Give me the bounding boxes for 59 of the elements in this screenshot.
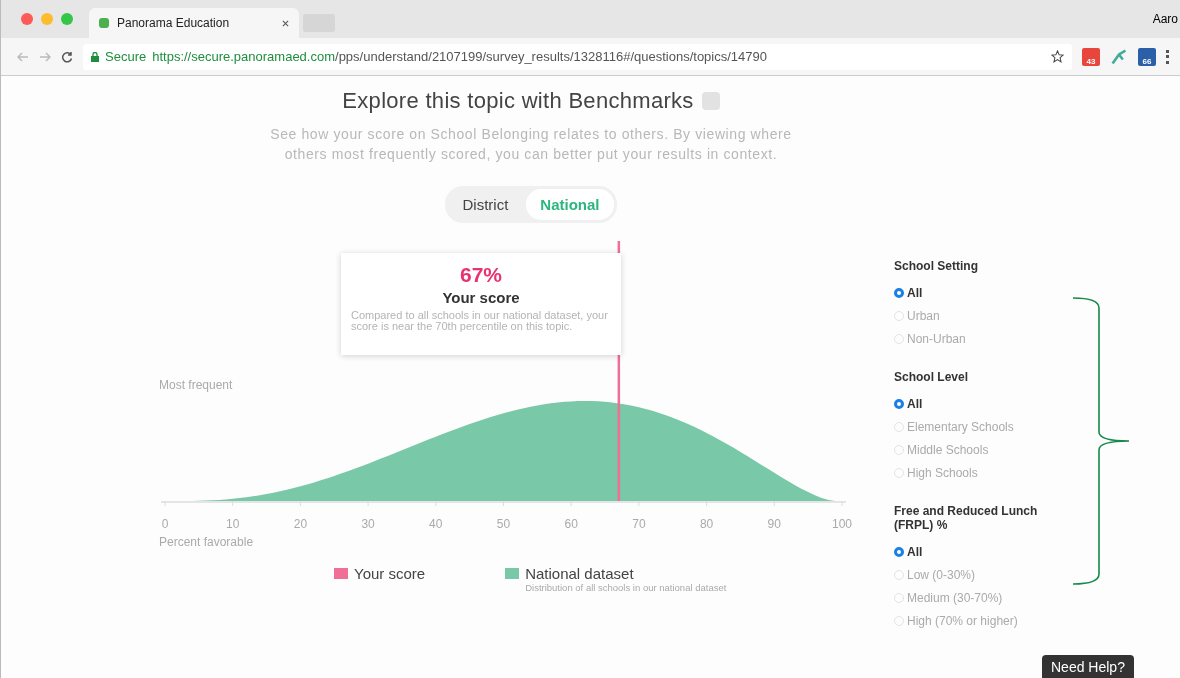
radio-option[interactable]: Low (0-30%) xyxy=(894,563,1064,586)
address-bar[interactable]: Secure https://secure.panoramaed.com/pps/understand/2107199/survey_results/1328116#/questions/topics/14790 xyxy=(83,43,1072,70)
toggle-option[interactable]: District xyxy=(448,189,523,220)
description-text: See how your score on School Belonging relates to others. By viewing where others most frequently scored, you can better put your results in context. xyxy=(269,125,793,164)
radio-option[interactable]: Middle Schools xyxy=(894,438,1064,461)
tick-label: 40 xyxy=(429,517,443,531)
radio-option[interactable]: Urban xyxy=(894,304,1064,327)
back-arrow-icon[interactable] xyxy=(17,51,29,62)
tick-label: 60 xyxy=(564,517,578,531)
calendar-icon[interactable]: 43 xyxy=(1082,47,1100,66)
axis-label: Most frequent xyxy=(159,378,233,392)
lock-icon xyxy=(91,51,99,62)
star-icon[interactable] xyxy=(1051,50,1064,63)
tick-label: 50 xyxy=(496,517,511,531)
close-window-button[interactable] xyxy=(21,13,33,25)
tick-label: 30 xyxy=(361,517,375,531)
radio-button[interactable] xyxy=(894,546,904,557)
tick-label: 100 xyxy=(832,517,852,531)
tick-label: 20 xyxy=(293,517,308,531)
radio-option[interactable]: All xyxy=(894,281,1064,304)
help-icon[interactable] xyxy=(701,92,720,110)
reload-icon[interactable] xyxy=(61,50,73,63)
tick-label: 70 xyxy=(632,517,646,531)
maximize-window-button[interactable] xyxy=(61,13,73,25)
tick-label: 0 xyxy=(161,517,169,531)
close-icon[interactable] xyxy=(282,19,289,27)
forward-arrow-icon[interactable] xyxy=(39,51,51,62)
profile-name[interactable]: Aaro xyxy=(1152,12,1180,26)
radio-option[interactable]: All xyxy=(894,392,1064,415)
tick-label: 90 xyxy=(767,517,781,531)
minimize-window-button[interactable] xyxy=(41,13,53,25)
radio-button[interactable] xyxy=(894,398,904,409)
radio-button[interactable] xyxy=(894,287,904,298)
tick-label: 80 xyxy=(699,517,714,531)
score-value: 67% xyxy=(459,263,503,287)
legend-label: Your score xyxy=(354,565,426,582)
radio-option[interactable]: Elementary Schools xyxy=(894,415,1064,438)
help-button[interactable]: Need Help? xyxy=(1042,655,1134,678)
menu-icon[interactable] xyxy=(1166,49,1172,64)
house-icon[interactable]: 66 xyxy=(1138,47,1156,66)
tooltip-text: Compared to all schools in our national dataset, your score is near the 70th percentile on this topic. xyxy=(351,310,609,332)
axis-label: Percent favorable xyxy=(159,535,255,549)
radio-option[interactable]: High Schools xyxy=(894,461,1064,484)
toggle-option[interactable]: National xyxy=(526,189,614,220)
tick-label: 10 xyxy=(226,517,240,531)
filter-heading: School Setting xyxy=(894,259,979,273)
legend-note: Distribution of all schools in our national dataset xyxy=(525,582,727,593)
tooltip-title: Your score xyxy=(441,289,521,306)
legend-label: National dataset xyxy=(525,565,634,582)
extension-icon[interactable] xyxy=(1110,47,1128,66)
favicon-icon xyxy=(99,18,109,28)
browser-tab[interactable]: Panorama Education xyxy=(89,8,299,38)
radio-option[interactable]: Non-Urban xyxy=(894,327,1064,350)
radio-option[interactable]: Medium (30-70%) xyxy=(894,586,1064,609)
radio-option[interactable]: All xyxy=(894,540,1064,563)
filter-heading: School Level xyxy=(894,370,970,384)
filter-heading: Free and Reduced Lunch (FRPL) % xyxy=(894,504,1039,532)
page-title: Explore this topic with Benchmarks xyxy=(342,88,694,114)
radio-option[interactable]: High (70% or higher) xyxy=(894,609,1064,632)
